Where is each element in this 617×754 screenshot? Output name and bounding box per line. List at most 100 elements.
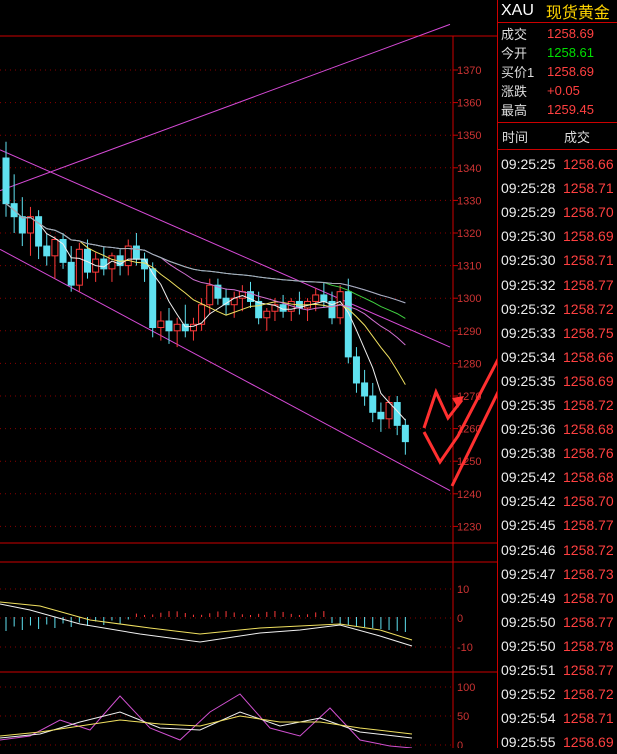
tick-row: 09:25:34 1258.66 bbox=[498, 345, 617, 369]
quote-value: 1258.61 bbox=[547, 45, 594, 60]
tick-time: 09:25:32 bbox=[501, 300, 556, 317]
tick-row: 09:25:30 1258.69 bbox=[498, 224, 617, 248]
macd-tick-label: -10 bbox=[457, 642, 473, 654]
kdj-d-line bbox=[0, 715, 413, 737]
tick-time: 09:25:35 bbox=[501, 372, 556, 389]
macd-dea-line bbox=[0, 601, 413, 641]
ticks-list[interactable]: 09:25:25 1258.66 09:25:28 1258.71 09:25:29 12… bbox=[498, 150, 617, 754]
tick-row: 09:25:42 1258.68 bbox=[498, 465, 617, 489]
tick-price: 1258.78 bbox=[563, 637, 614, 654]
candle-body bbox=[157, 320, 165, 329]
tick-row: 09:25:55 1258.69 bbox=[498, 730, 617, 754]
channel-lower-line bbox=[0, 248, 451, 491]
tick-price: 1258.68 bbox=[563, 469, 614, 486]
tick-price: 1258.70 bbox=[563, 493, 614, 510]
y-tick-label: 1310 bbox=[457, 261, 481, 273]
tick-row: 09:25:50 1258.78 bbox=[498, 634, 617, 658]
tick-price: 1258.75 bbox=[563, 324, 614, 341]
tick-row: 09:25:35 1258.69 bbox=[498, 369, 617, 393]
tick-price: 1258.72 bbox=[563, 686, 614, 703]
candle-body bbox=[149, 268, 157, 329]
tick-row: 09:25:30 1258.71 bbox=[498, 248, 617, 272]
tick-price: 1258.77 bbox=[563, 517, 614, 534]
tick-price: 1258.71 bbox=[563, 252, 614, 269]
tick-time: 09:25:29 bbox=[501, 204, 556, 221]
y-tick-label: 1350 bbox=[457, 130, 481, 142]
candle-body bbox=[165, 320, 173, 332]
tick-row: 09:25:49 1258.70 bbox=[498, 586, 617, 610]
tick-time: 09:25:52 bbox=[501, 686, 556, 703]
kdj-tick-label: 50 bbox=[457, 711, 469, 723]
quote-label: 最高 bbox=[501, 103, 528, 118]
tick-time: 09:25:30 bbox=[501, 228, 556, 245]
candle-body bbox=[51, 239, 59, 257]
tick-price: 1258.66 bbox=[563, 156, 614, 173]
tick-price: 1258.73 bbox=[563, 565, 614, 582]
candle-body bbox=[352, 356, 360, 384]
kdj-tick-label: 0 bbox=[457, 740, 463, 748]
y-tick-label: 1330 bbox=[457, 195, 481, 207]
tick-time: 09:25:38 bbox=[501, 445, 556, 462]
tick-row: 09:25:35 1258.72 bbox=[498, 393, 617, 417]
tick-time: 09:25:30 bbox=[501, 252, 556, 269]
tick-row: 09:25:38 1258.76 bbox=[498, 441, 617, 465]
tick-price: 1258.71 bbox=[563, 180, 614, 197]
quote-row-bid: 买价1 1258.69 bbox=[498, 62, 617, 81]
channel-upper-line bbox=[0, 149, 451, 348]
tick-row: 09:25:47 1258.73 bbox=[498, 562, 617, 586]
kdj-tick-label: 100 bbox=[457, 682, 475, 694]
candle-body bbox=[206, 284, 214, 306]
tick-price: 1258.69 bbox=[563, 228, 614, 245]
tick-price: 1258.70 bbox=[563, 589, 614, 606]
kdj-j-line bbox=[0, 693, 413, 749]
y-tick-label: 1370 bbox=[457, 65, 481, 77]
candle-body bbox=[173, 323, 181, 332]
candle-body bbox=[361, 382, 369, 397]
quote-sidebar: XAU 现货黄金 成交 1258.69 今开 1258.61 买价1 1258.69 … bbox=[497, 0, 617, 750]
quote-row-high: 最高 1259.45 bbox=[498, 100, 617, 119]
tick-time: 09:25:54 bbox=[501, 710, 556, 727]
tick-row: 09:25:28 1258.71 bbox=[498, 176, 617, 200]
tick-time: 09:25:33 bbox=[501, 324, 556, 341]
tick-time: 09:25:47 bbox=[501, 565, 556, 582]
y-tick-label: 1340 bbox=[457, 163, 481, 175]
tick-row: 09:25:29 1258.70 bbox=[498, 200, 617, 224]
tick-row: 09:25:46 1258.72 bbox=[498, 538, 617, 562]
candle-body bbox=[181, 323, 189, 332]
ticks-header-time: 时间 bbox=[502, 129, 529, 145]
candle-body bbox=[18, 216, 26, 234]
candle-body bbox=[263, 310, 271, 319]
tick-time: 09:25:45 bbox=[501, 517, 556, 534]
chart-svg[interactable]: 1370 1360 1350 1340 1330 1320 1310 1300 1290 1280… bbox=[0, 0, 574, 752]
candle-body bbox=[312, 294, 320, 302]
tick-price: 1258.72 bbox=[563, 300, 614, 317]
candle-body bbox=[35, 216, 43, 247]
tick-price: 1258.72 bbox=[563, 541, 614, 558]
trend-up-line bbox=[0, 23, 451, 192]
tick-price: 1258.77 bbox=[563, 276, 614, 293]
quote-value: 1258.69 bbox=[547, 26, 594, 41]
ticks-header: 时间 成交 bbox=[498, 122, 617, 150]
quote-row-open: 今开 1258.61 bbox=[498, 43, 617, 62]
tick-time: 09:25:50 bbox=[501, 637, 556, 654]
quote-label: 涨跌 bbox=[501, 84, 528, 99]
tick-row: 09:25:54 1258.71 bbox=[498, 706, 617, 730]
tick-row: 09:25:25 1258.66 bbox=[498, 152, 617, 176]
quote-value: +0.05 bbox=[547, 83, 580, 98]
quote-header: XAU 现货黄金 bbox=[498, 0, 617, 23]
tick-row: 09:25:32 1258.77 bbox=[498, 272, 617, 296]
tick-row: 09:25:50 1258.77 bbox=[498, 610, 617, 634]
tick-price: 1258.70 bbox=[563, 204, 614, 221]
tick-row: 09:25:36 1258.68 bbox=[498, 417, 617, 441]
tick-row: 09:25:45 1258.77 bbox=[498, 513, 617, 537]
chart-area[interactable]: 1370 1360 1350 1340 1330 1320 1310 1300 1290 1280… bbox=[0, 0, 574, 752]
quote-value: 1259.45 bbox=[547, 102, 594, 117]
tick-row: 09:25:32 1258.72 bbox=[498, 297, 617, 321]
candle-body bbox=[320, 294, 328, 302]
candle-body bbox=[67, 261, 75, 286]
candle-body bbox=[43, 245, 51, 257]
candle-body bbox=[401, 424, 409, 443]
symbol-code: XAU bbox=[501, 2, 534, 19]
quote-row-change: 涨跌 +0.05 bbox=[498, 81, 617, 100]
macd-tick-label: 10 bbox=[457, 584, 469, 596]
